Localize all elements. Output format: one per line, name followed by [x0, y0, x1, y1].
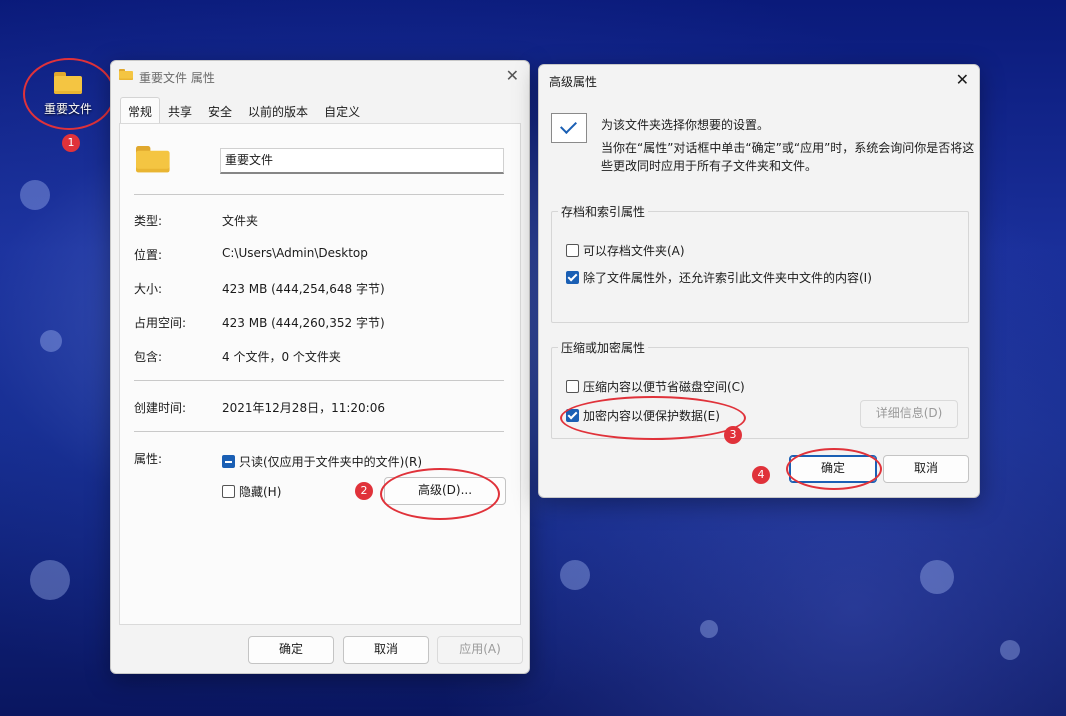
annotation-ring-4 — [786, 448, 882, 490]
tab-customize[interactable]: 自定义 — [316, 97, 368, 124]
window-title: 重要文件 属性 — [139, 71, 215, 85]
tab-sharing[interactable]: 共享 — [160, 97, 200, 124]
divider — [134, 194, 504, 195]
intro-text-3: 些更改同时应用于所有子文件夹和文件。 — [601, 159, 818, 173]
ok-button[interactable]: 确定 — [248, 636, 334, 664]
archive-index-group: 存档和索引属性 可以存档文件夹(A) 除了文件属性外，还允许索引此文件夹中文件的… — [551, 203, 969, 323]
intro-text-2: 当你在“属性”对话框中单击“确定”或“应用”时，系统会询问你是否将这 — [601, 141, 975, 155]
details-button[interactable]: 详细信息(D) — [860, 400, 958, 428]
divider — [134, 380, 504, 381]
divider — [134, 431, 504, 432]
hidden-checkbox[interactable]: 隐藏(H) — [222, 483, 281, 500]
group-label: 压缩或加密属性 — [558, 339, 649, 356]
general-panel: 重要文件 类型: 文件夹 位置: C:\Users\Admin\Desktop 大小… — [119, 123, 521, 625]
tab-bar: 常规 共享 安全 以前的版本 自定义 — [120, 97, 368, 124]
group-label: 存档和索引属性 — [558, 203, 649, 220]
apply-button[interactable]: 应用(A) — [437, 636, 523, 664]
checkbox-checked-icon — [566, 271, 579, 284]
folder-icon — [136, 146, 170, 173]
tab-security[interactable]: 安全 — [200, 97, 240, 124]
checkbox-partial-icon — [222, 455, 235, 468]
archive-checkbox[interactable]: 可以存档文件夹(A) — [566, 242, 685, 259]
cancel-button[interactable]: 取消 — [883, 455, 969, 483]
folder-name-input[interactable]: 重要文件 — [220, 148, 504, 174]
tab-general[interactable]: 常规 — [120, 97, 161, 124]
checkbox-empty-icon — [222, 485, 235, 498]
index-checkbox[interactable]: 除了文件属性外，还允许索引此文件夹中文件的内容(I) — [566, 269, 872, 286]
checkbox-empty-icon — [566, 244, 579, 257]
annotation-ring-1 — [23, 58, 115, 130]
annotation-badge-1: 1 — [62, 134, 80, 152]
annotation-badge-3: 3 — [724, 426, 742, 444]
compress-checkbox[interactable]: 压缩内容以便节省磁盘空间(C) — [566, 378, 745, 395]
dialog-title: 高级属性 — [549, 75, 598, 89]
close-icon[interactable]: ✕ — [506, 66, 519, 85]
annotation-ring-3 — [560, 396, 746, 440]
checkbox-empty-icon — [566, 380, 579, 393]
properties-titlebar[interactable]: 重要文件 属性 ✕ — [111, 61, 529, 91]
close-icon[interactable]: ✕ — [956, 70, 969, 89]
tab-previous-versions[interactable]: 以前的版本 — [240, 97, 316, 124]
intro-text: 为该文件夹选择你想要的设置。 — [601, 118, 770, 132]
annotation-badge-4: 4 — [752, 466, 770, 484]
annotation-ring-2 — [380, 468, 500, 520]
advanced-titlebar[interactable]: 高级属性 ✕ — [539, 65, 979, 95]
readonly-checkbox[interactable]: 只读(仅应用于文件夹中的文件)(R) — [222, 453, 422, 470]
cancel-button[interactable]: 取消 — [343, 636, 429, 664]
folder-icon — [119, 69, 133, 80]
properties-window: 重要文件 属性 ✕ 常规 共享 安全 以前的版本 自定义 重要文件 类型: 文件夹… — [110, 60, 530, 674]
checkmark-icon — [551, 113, 587, 143]
annotation-badge-2: 2 — [355, 482, 373, 500]
